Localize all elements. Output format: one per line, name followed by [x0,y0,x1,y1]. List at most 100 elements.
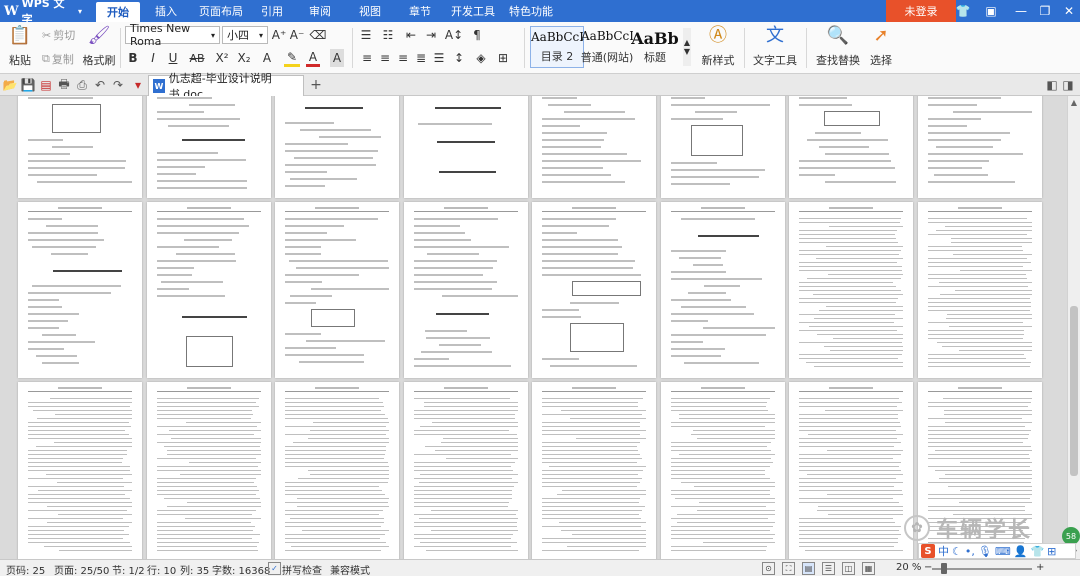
app-menu-button[interactable]: W WPS 文字 ▾ [0,0,82,26]
focus-mode-icon[interactable]: ⊙ [762,562,775,575]
document-page[interactable] [18,96,142,198]
tab-features[interactable]: 特色功能 [506,0,556,22]
document-page[interactable] [918,96,1042,198]
document-page[interactable] [661,96,785,198]
reading-view-icon[interactable]: ▦ [862,562,875,575]
zoom-in-icon[interactable]: + [1036,562,1044,573]
maximize-icon[interactable]: ❐ [1034,0,1056,22]
document-page[interactable] [275,96,399,198]
document-page[interactable] [147,382,271,559]
export-pdf-icon[interactable]: ▤ [38,77,54,93]
minimize-icon[interactable]: — [1010,0,1032,22]
shirt-icon[interactable]: 👕 [952,0,974,22]
tab-insert[interactable]: 插入 [148,0,184,22]
document-page[interactable] [18,382,142,559]
tab-chapter[interactable]: 章节 [402,0,438,22]
keyboard-icon[interactable]: ⌨ [995,545,1011,558]
login-button[interactable]: 未登录 [886,0,956,22]
document-page[interactable] [275,202,399,378]
grow-font-button[interactable]: A⁺ [272,26,287,44]
text-tools-button[interactable]: 文 文字工具 [750,24,800,68]
redo-icon[interactable]: ↷ [110,77,126,93]
restore-layout-icon[interactable]: ▣ [980,0,1002,22]
zoom-slider[interactable] [932,568,1032,570]
grid-icon[interactable]: ⊞ [1047,545,1056,558]
document-page[interactable] [789,96,913,198]
full-screen-icon[interactable]: ⛶ [782,562,795,575]
moon-icon[interactable]: ☾ [952,545,962,558]
close-icon[interactable]: ✕ [1058,0,1080,22]
bullet-list-icon[interactable]: ☰ [358,26,374,44]
punctuation-icon[interactable]: •, [965,545,975,558]
document-page[interactable] [918,202,1042,378]
tab-page-layout[interactable]: 页面布局 [194,0,248,22]
document-page[interactable] [404,202,528,378]
char-shading-icon[interactable]: A [330,49,344,67]
undo-icon[interactable]: ↶ [92,77,108,93]
document-page[interactable] [532,382,656,559]
status-page-code[interactable]: 页码: 25 [6,562,45,576]
tab-close-icon[interactable]: ◨ [1060,77,1076,93]
status-spell-check[interactable]: 拼写检查 [282,562,322,576]
style-normal-web[interactable]: AaBbCcDd 普通(网站) [580,26,634,68]
scroll-up-icon[interactable]: ▲ [1068,96,1080,108]
copy-button[interactable]: ⧉ 复制 [42,51,74,67]
subscript-icon[interactable]: X₂ [236,49,252,67]
highlight-icon[interactable]: ✎ [284,49,300,67]
select-button[interactable]: ➚ 选择 [866,24,896,68]
text-effect-icon[interactable]: A [260,49,274,67]
align-center-icon[interactable]: ≡ [378,49,392,67]
document-page[interactable] [661,202,785,378]
scroll-thumb[interactable] [1070,306,1078,476]
status-word-count[interactable]: 字数: 16368 [212,562,270,576]
outline-view-icon[interactable]: ☰ [822,562,835,575]
find-replace-button[interactable]: 🔍 查找替换 [812,24,864,68]
ime-mode[interactable]: 中 [938,543,949,559]
style-title[interactable]: AaBb 标题 [628,26,682,68]
clear-format-button[interactable]: ⌫ [310,26,327,44]
document-page[interactable] [18,202,142,378]
tab-developer[interactable]: 开发工具 [448,0,498,22]
shrink-font-button[interactable]: A⁻ [290,26,305,44]
document-page[interactable] [532,96,656,198]
align-right-icon[interactable]: ≡ [396,49,410,67]
document-tab[interactable]: W 仇志超-毕业设计说明书.doc [148,72,304,101]
numbered-list-icon[interactable]: ☷ [380,26,396,44]
tab-references[interactable]: 引用 [254,0,290,22]
page-view-icon[interactable]: ▤ [802,562,815,575]
zoom-slider-thumb[interactable] [941,563,947,574]
distribute-icon[interactable]: ☰ [432,49,446,67]
cut-button[interactable]: ✂ 剪切 [42,27,75,43]
document-page[interactable] [147,202,271,378]
italic-icon[interactable]: I [146,49,160,67]
fill-color-icon[interactable]: ◈ [474,49,488,67]
document-page[interactable] [404,382,528,559]
open-folder-icon[interactable]: 📂 [2,77,18,93]
styles-scroll-icon[interactable]: ▲ ▼ [683,28,691,66]
document-page[interactable] [147,96,271,198]
new-tab-icon[interactable]: + [308,77,324,93]
align-left-icon[interactable]: ≡ [360,49,374,67]
new-style-button[interactable]: Ⓐ 新样式 [696,24,740,68]
skin-icon[interactable]: 👕 [1030,545,1044,558]
microphone-icon[interactable]: 🎙 [978,545,992,558]
document-page[interactable] [789,202,913,378]
format-painter-button[interactable]: 🖌 格式刷 [82,24,116,68]
decrease-indent-icon[interactable]: ⇤ [404,26,418,44]
user-icon[interactable]: 👤 [1014,545,1028,558]
ime-toolbar[interactable]: S 中 ☾ •, 🎙 ⌨ 👤 👕 ⊞ [918,543,1076,559]
print-preview-icon[interactable]: ⎙ [74,77,90,93]
tab-review[interactable]: 审阅 [302,0,338,22]
tab-list-icon[interactable]: ◧ [1044,77,1060,93]
font-size-select[interactable]: 小四 ▾ [222,26,268,44]
document-page[interactable] [532,202,656,378]
tab-view[interactable]: 视图 [352,0,388,22]
paragraph-marks-icon[interactable]: ¶ [470,26,484,44]
document-page[interactable] [275,382,399,559]
document-workspace[interactable] [0,96,1067,559]
superscript-icon[interactable]: X² [214,49,230,67]
bold-icon[interactable]: B [126,49,140,67]
sort-icon[interactable]: A↕ [445,26,463,44]
spell-check-icon[interactable]: ✓ [268,562,281,575]
font-name-select[interactable]: Times New Roma ▾ [125,22,220,48]
